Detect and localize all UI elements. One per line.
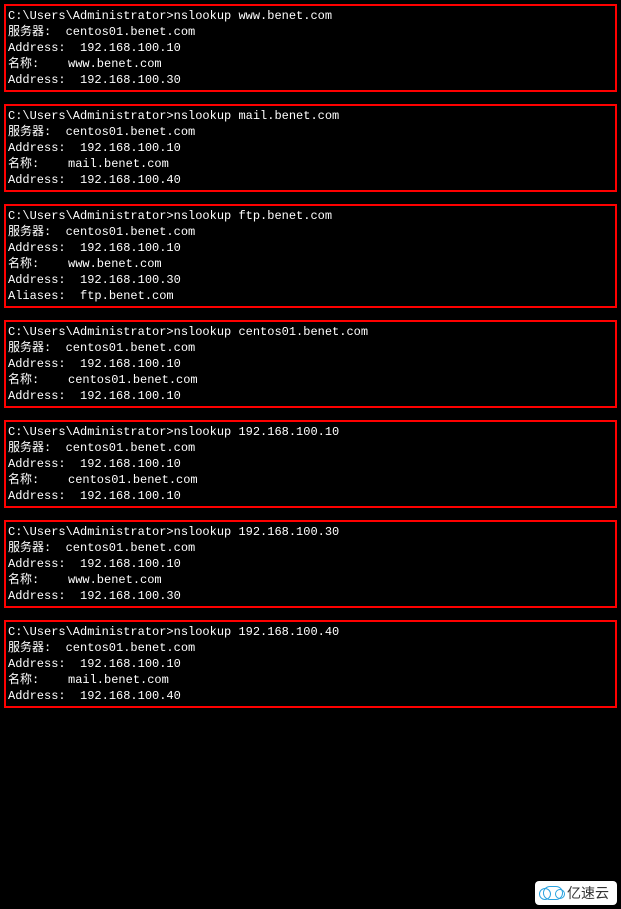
server-address-line: Address: 192.168.100.10 bbox=[8, 356, 613, 372]
command-line: C:\Users\Administrator>nslookup www.bene… bbox=[8, 8, 613, 24]
server-line: 服务器: centos01.benet.com bbox=[8, 24, 613, 40]
server-address-line: Address: 192.168.100.10 bbox=[8, 40, 613, 56]
nslookup-block: C:\Users\Administrator>nslookup centos01… bbox=[4, 320, 617, 408]
command-line: C:\Users\Administrator>nslookup 192.168.… bbox=[8, 524, 613, 540]
server-line: 服务器: centos01.benet.com bbox=[8, 224, 613, 240]
server-address-line: Address: 192.168.100.10 bbox=[8, 556, 613, 572]
name-address-line: Address: 192.168.100.40 bbox=[8, 688, 613, 704]
name-address-line: Address: 192.168.100.30 bbox=[8, 588, 613, 604]
server-line: 服务器: centos01.benet.com bbox=[8, 340, 613, 356]
terminal-output: C:\Users\Administrator>nslookup www.bene… bbox=[0, 0, 621, 909]
name-line: 名称: centos01.benet.com bbox=[8, 472, 613, 488]
server-address-line: Address: 192.168.100.10 bbox=[8, 456, 613, 472]
server-address-line: Address: 192.168.100.10 bbox=[8, 656, 613, 672]
name-line: 名称: mail.benet.com bbox=[8, 156, 613, 172]
server-line: 服务器: centos01.benet.com bbox=[8, 640, 613, 656]
name-address-line: Address: 192.168.100.10 bbox=[8, 388, 613, 404]
nslookup-block: C:\Users\Administrator>nslookup mail.ben… bbox=[4, 104, 617, 192]
command-line: C:\Users\Administrator>nslookup mail.ben… bbox=[8, 108, 613, 124]
nslookup-block: C:\Users\Administrator>nslookup 192.168.… bbox=[4, 420, 617, 508]
aliases-line: Aliases: ftp.benet.com bbox=[8, 288, 613, 304]
command-line: C:\Users\Administrator>nslookup 192.168.… bbox=[8, 424, 613, 440]
server-address-line: Address: 192.168.100.10 bbox=[8, 140, 613, 156]
name-line: 名称: www.benet.com bbox=[8, 256, 613, 272]
nslookup-block: C:\Users\Administrator>nslookup 192.168.… bbox=[4, 620, 617, 708]
command-line: C:\Users\Administrator>nslookup ftp.bene… bbox=[8, 208, 613, 224]
name-line: 名称: www.benet.com bbox=[8, 56, 613, 72]
server-address-line: Address: 192.168.100.10 bbox=[8, 240, 613, 256]
watermark-badge: 亿速云 bbox=[535, 881, 617, 905]
name-line: 名称: centos01.benet.com bbox=[8, 372, 613, 388]
watermark-text: 亿速云 bbox=[567, 883, 609, 903]
nslookup-block: C:\Users\Administrator>nslookup ftp.bene… bbox=[4, 204, 617, 308]
name-address-line: Address: 192.168.100.30 bbox=[8, 272, 613, 288]
command-line: C:\Users\Administrator>nslookup centos01… bbox=[8, 324, 613, 340]
name-line: 名称: www.benet.com bbox=[8, 572, 613, 588]
name-address-line: Address: 192.168.100.10 bbox=[8, 488, 613, 504]
name-line: 名称: mail.benet.com bbox=[8, 672, 613, 688]
server-line: 服务器: centos01.benet.com bbox=[8, 440, 613, 456]
server-line: 服务器: centos01.benet.com bbox=[8, 124, 613, 140]
server-line: 服务器: centos01.benet.com bbox=[8, 540, 613, 556]
nslookup-block: C:\Users\Administrator>nslookup 192.168.… bbox=[4, 520, 617, 608]
nslookup-block: C:\Users\Administrator>nslookup www.bene… bbox=[4, 4, 617, 92]
name-address-line: Address: 192.168.100.30 bbox=[8, 72, 613, 88]
name-address-line: Address: 192.168.100.40 bbox=[8, 172, 613, 188]
command-line: C:\Users\Administrator>nslookup 192.168.… bbox=[8, 624, 613, 640]
cloud-icon bbox=[543, 886, 563, 900]
